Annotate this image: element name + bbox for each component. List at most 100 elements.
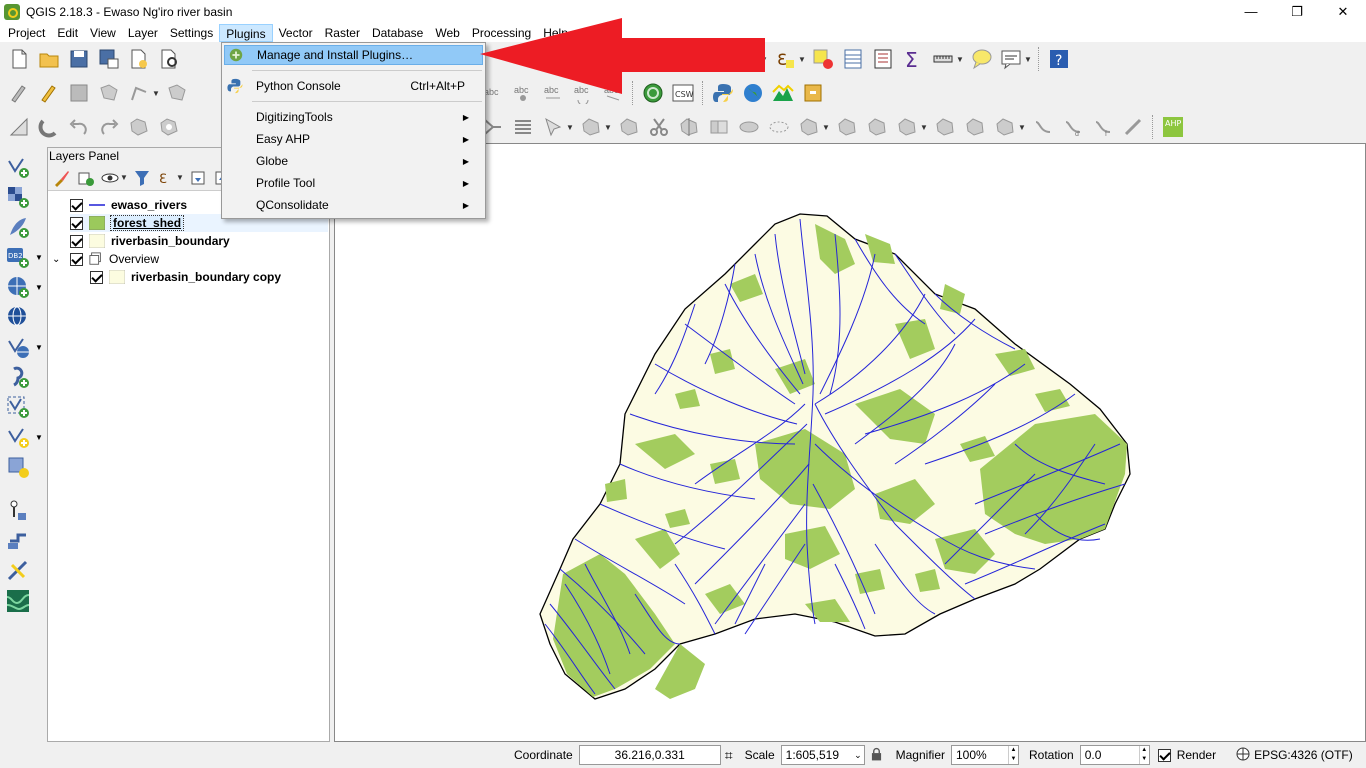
magnifier-spinbox[interactable]: 100% ▲ ▼: [951, 745, 1019, 765]
raster-tool-button[interactable]: [4, 587, 32, 615]
qconsolidate-button[interactable]: [800, 80, 826, 106]
layer-row-riverbasin-boundary-copy[interactable]: riverbasin_boundary copy: [90, 268, 281, 286]
open-project-button[interactable]: [36, 46, 62, 72]
spinbox-arrows[interactable]: ▲ ▼: [1008, 746, 1018, 764]
menu-layer[interactable]: Layer: [122, 24, 164, 42]
rotate-point-symbols-button[interactable]: [736, 114, 762, 140]
menu-item-qconsolidate[interactable]: QConsolidate ▶: [224, 195, 483, 215]
menu-item-manage-install-plugins[interactable]: Manage and Install Plugins…: [224, 45, 483, 65]
menu-edit[interactable]: Edit: [51, 24, 84, 42]
text-annotation-button[interactable]: [998, 46, 1024, 72]
menu-database[interactable]: Database: [366, 24, 429, 42]
digitize-point-button[interactable]: [4, 497, 32, 525]
undo-button[interactable]: [66, 114, 92, 140]
save-edits-button[interactable]: [66, 80, 92, 106]
menu-raster[interactable]: Raster: [319, 24, 366, 42]
vertex-tool-button[interactable]: [864, 114, 890, 140]
menu-item-profile-tool[interactable]: Profile Tool ▶: [224, 173, 483, 193]
help-button[interactable]: ?: [1046, 46, 1072, 72]
extend-button[interactable]: [992, 114, 1018, 140]
minimize-button[interactable]: —: [1228, 0, 1274, 23]
add-wfs-layer-button[interactable]: [4, 333, 32, 361]
close-button[interactable]: ✕: [1320, 0, 1366, 23]
redo-button[interactable]: [96, 114, 122, 140]
layer-visibility-checkbox[interactable]: [70, 198, 83, 212]
attribute-table-button[interactable]: [840, 46, 866, 72]
new-memory-layer-button[interactable]: [4, 453, 32, 481]
d-tool-button[interactable]: d: [1060, 114, 1086, 140]
select-by-expression-button[interactable]: ℇ: [772, 46, 798, 72]
statistics-button[interactable]: Σ: [900, 46, 926, 72]
add-feature-button[interactable]: [96, 80, 122, 106]
align-features-button[interactable]: [510, 114, 536, 140]
add-delimited-text-button[interactable]: [4, 363, 32, 391]
save-as-button[interactable]: [96, 46, 122, 72]
simplify-button[interactable]: [126, 114, 152, 140]
toggle-editing-button[interactable]: [36, 80, 62, 106]
menu-web[interactable]: Web: [429, 24, 465, 42]
spinbox-arrows[interactable]: ▲ ▼: [1138, 746, 1149, 764]
split-features-button[interactable]: [646, 114, 672, 140]
offset-curve-button[interactable]: [616, 114, 642, 140]
layer-row-riverbasin-boundary[interactable]: riverbasin_boundary: [70, 232, 230, 250]
fill-ring-button[interactable]: [766, 114, 792, 140]
menu-item-python-console[interactable]: Python Console Ctrl+Alt+P: [224, 76, 483, 96]
add-group-button[interactable]: [75, 167, 97, 189]
delete-part-button[interactable]: [834, 114, 860, 140]
rotate-feature-button[interactable]: [36, 114, 62, 140]
menu-project[interactable]: Project: [2, 24, 51, 42]
measure-button[interactable]: [930, 46, 956, 72]
filter-by-expression-button[interactable]: ℇ: [155, 167, 177, 189]
move-feature-button[interactable]: [126, 80, 152, 106]
field-calculator-button[interactable]: [870, 46, 896, 72]
crs-status[interactable]: EPSG:4326 (OTF): [1254, 748, 1353, 762]
save-project-button[interactable]: [66, 46, 92, 72]
snapping-button[interactable]: [6, 114, 32, 140]
map-canvas[interactable]: [334, 143, 1366, 742]
f-tool-button[interactable]: f: [1090, 114, 1116, 140]
spline-button[interactable]: [962, 114, 988, 140]
profile-tool-button[interactable]: [770, 80, 796, 106]
new-project-button[interactable]: [6, 46, 32, 72]
layer-visibility-checkbox[interactable]: [90, 270, 103, 284]
lock-icon[interactable]: [871, 747, 882, 764]
add-db2-layer-button[interactable]: DB2: [4, 243, 32, 271]
layer-group-overview[interactable]: ⌄ Overview: [52, 250, 159, 268]
reshape-button[interactable]: [578, 114, 604, 140]
add-wcs-layer-button[interactable]: [4, 303, 32, 331]
manage-visibility-button[interactable]: [99, 167, 121, 189]
composer-manager-button[interactable]: [156, 46, 182, 72]
add-wms-layer-button[interactable]: [4, 273, 32, 301]
menu-item-globe[interactable]: Globe ▶: [224, 151, 483, 171]
scale-combobox[interactable]: 1:605,519 ⌄: [780, 745, 865, 765]
node-tool-button[interactable]: [164, 80, 190, 106]
current-edits-button[interactable]: [6, 80, 32, 106]
new-print-composer-button[interactable]: [126, 46, 152, 72]
move-label-button[interactable]: [894, 114, 920, 140]
filter-legend-button[interactable]: [131, 167, 153, 189]
expand-all-button[interactable]: [187, 167, 209, 189]
coordinate-field[interactable]: 36.216,0.331: [578, 745, 721, 765]
trim-button[interactable]: [1120, 114, 1146, 140]
layer-row-ewaso-rivers[interactable]: ewaso_rivers: [70, 196, 187, 214]
add-raster-layer-button[interactable]: [4, 183, 32, 211]
merge-features-button[interactable]: [706, 114, 732, 140]
expand-chevron-icon[interactable]: ⌄: [52, 254, 66, 265]
new-shapefile-button[interactable]: [4, 423, 32, 451]
fill-polygon-button[interactable]: [932, 114, 958, 140]
add-spatialite-layer-button[interactable]: [4, 213, 32, 241]
toggle-extents-icon[interactable]: ⌗: [725, 747, 733, 764]
add-virtual-layer-button[interactable]: [4, 393, 32, 421]
easy-ahp-button[interactable]: AHP: [1160, 114, 1186, 140]
delete-ring-button[interactable]: [796, 114, 822, 140]
menu-vector[interactable]: Vector: [273, 24, 319, 42]
selection-tool-button[interactable]: [540, 114, 566, 140]
render-checkbox[interactable]: [1157, 748, 1171, 762]
map-tips-button[interactable]: [968, 46, 994, 72]
menu-plugins[interactable]: Plugins: [219, 23, 273, 42]
group-visibility-checkbox[interactable]: [70, 252, 83, 266]
menu-settings[interactable]: Settings: [164, 24, 219, 42]
split-parts-button[interactable]: [676, 114, 702, 140]
rotation-spinbox[interactable]: 0.0 ▲ ▼: [1079, 745, 1150, 765]
add-vector-layer-button[interactable]: [4, 153, 32, 181]
